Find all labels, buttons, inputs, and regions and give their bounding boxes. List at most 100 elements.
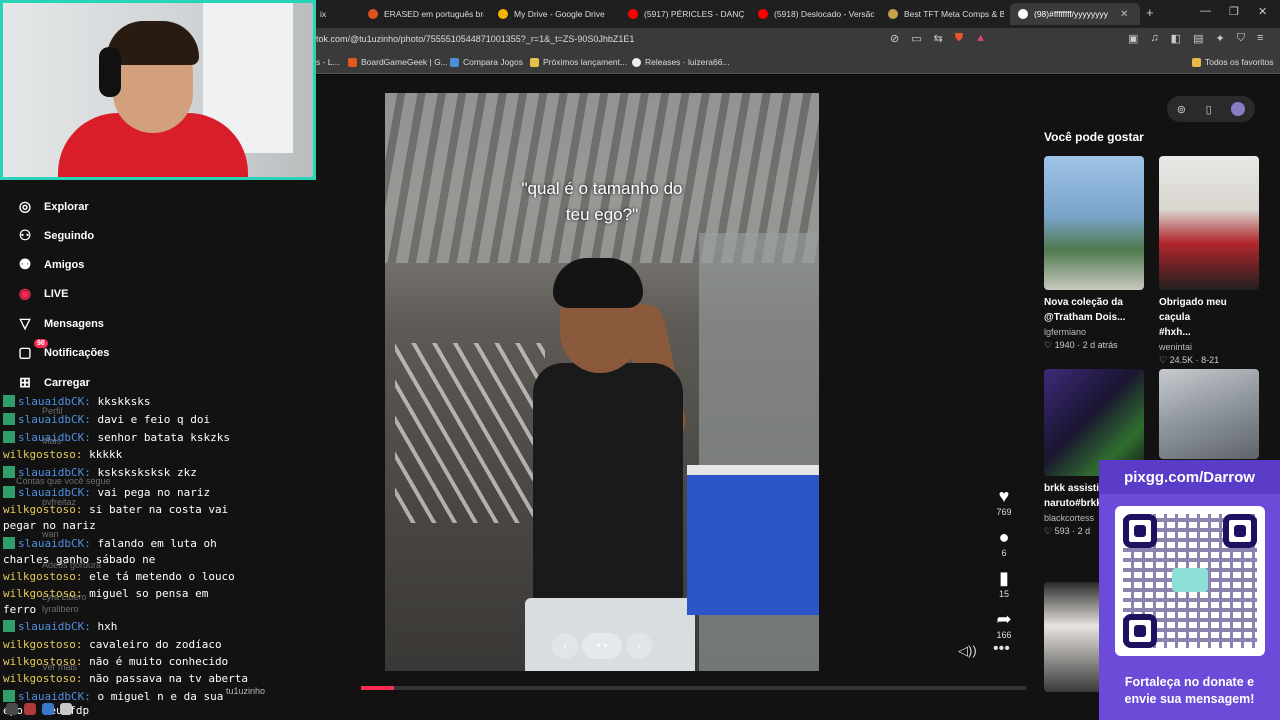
volume-icon[interactable]: ◁))	[958, 643, 977, 659]
chat-username[interactable]: wilkgostoso:	[3, 503, 82, 516]
stream-chat: slauaidbCK: kkskksks slauaidbCK: davi e f…	[0, 380, 300, 720]
post-media[interactable]: "qual é o tamanho do teu ego?" ‹ • • ›	[385, 93, 819, 671]
caption-line: "qual é o tamanho do	[521, 179, 683, 198]
sidebar-item-explorar[interactable]: ◎ Explorar	[16, 198, 89, 215]
chat-username[interactable]: wilkgostoso:	[3, 448, 82, 461]
chat-username[interactable]: wilkgostoso:	[3, 587, 82, 600]
browser-tab-tiktok[interactable]: (98)#ffffffff/yyyyyyyy ✕	[1010, 3, 1140, 25]
recommendation-meta: ♡ 1940 · 2 d atrás	[1044, 340, 1118, 350]
chat-text: não passava na tv aberta	[89, 672, 249, 685]
taskbar-icon[interactable]	[60, 702, 72, 715]
chat-username[interactable]: slauaidbCK:	[18, 395, 91, 408]
cast-icon[interactable]: ▭	[911, 32, 921, 45]
chat-message: wilkgostoso: cavaleiro do zodíaco	[3, 636, 300, 653]
chat-text: cavaleiro do zodíaco	[89, 638, 222, 651]
url-field[interactable]: tok.com/@tu1uzinho/photo/755551054487100…	[316, 34, 634, 44]
leo-icon[interactable]: ✦	[1215, 32, 1224, 45]
new-tab-button[interactable]: +	[1146, 5, 1154, 20]
menu-icon[interactable]: ≡	[1257, 32, 1263, 45]
chat-badge-icon	[3, 486, 15, 498]
close-window-icon[interactable]: ✕	[1258, 5, 1267, 18]
vpn-extension-icon[interactable]: ▲	[975, 32, 986, 45]
share-action[interactable]: ➦ 166	[988, 609, 1020, 640]
sidebar-icon[interactable]: ◧	[1171, 32, 1181, 45]
previous-photo-button[interactable]: ‹	[552, 633, 578, 659]
sidebar-item-live[interactable]: ◉ LIVE	[16, 285, 69, 302]
browser-tab-drive[interactable]: My Drive - Google Drive	[490, 3, 614, 25]
chat-message: wilkgostoso: não passava na tv aberta	[3, 670, 300, 687]
sidebar-item-notificacoes[interactable]: ▢ 98 Notificações	[16, 339, 110, 361]
recommendation-card[interactable]: Nova coleção da @Tratham Dois... lgfermi…	[1044, 156, 1144, 351]
all-bookmarks-folder[interactable]: Todos os favoritos	[1192, 57, 1274, 67]
more-options-icon[interactable]: •••	[993, 640, 1010, 658]
taskbar-icon[interactable]	[24, 702, 36, 715]
recommendation-title: @Tratham Dois...	[1044, 312, 1126, 323]
post-progress-bar[interactable]	[361, 686, 1026, 690]
minimize-icon[interactable]: —	[1200, 5, 1211, 17]
chat-username[interactable]: slauaidbCK:	[18, 537, 91, 550]
avatar[interactable]	[1231, 102, 1246, 116]
comment-action[interactable]: ● 6	[988, 527, 1020, 558]
chat-username[interactable]: wilkgostoso:	[3, 638, 82, 651]
chat-username[interactable]: slauaidbCK:	[18, 620, 91, 633]
sidebar-item-label: Notificações	[44, 346, 110, 359]
no-tracking-icon[interactable]: ⊘	[890, 32, 899, 45]
chat-username[interactable]: slauaidbCK:	[18, 431, 91, 444]
device-icon[interactable]: ▯	[1206, 103, 1212, 116]
tab-search-icon[interactable]: ▣	[1128, 32, 1138, 45]
sidebar-item-seguindo[interactable]: ⚇ Seguindo	[16, 227, 94, 244]
chat-username[interactable]: wilkgostoso:	[3, 655, 82, 668]
taskbar-icon[interactable]	[42, 702, 54, 715]
recommendation-card[interactable]: Obrigado meu caçula #hxh... wenintai ♡ 2…	[1159, 156, 1259, 366]
browser-tab-erased[interactable]: ERASED em português bra	[360, 3, 484, 25]
share-count: 166	[996, 630, 1012, 640]
comment-count: 6	[1001, 548, 1007, 558]
shield-icon[interactable]: ⛉	[1237, 32, 1245, 45]
chat-message: slauaidbCK: davi e feio q doi	[3, 411, 300, 428]
coin-icon[interactable]: ⊚	[1177, 103, 1186, 116]
chat-username[interactable]: slauaidbCK:	[18, 413, 91, 426]
donation-message: Fortaleça no donate e envie sua mensagem…	[1099, 674, 1280, 708]
sidebar-item-mensagens[interactable]: ▽ Mensagens	[16, 315, 104, 332]
chat-username[interactable]: wilkgostoso:	[3, 672, 82, 685]
sidebar-item-label: Mensagens	[44, 317, 104, 330]
recommendation-title: #hxh...	[1159, 327, 1191, 338]
bookmark-item[interactable]: s - L...	[316, 57, 340, 67]
bookmark-item[interactable]: Releases · luizera66...	[632, 57, 730, 67]
chat-badge-icon	[3, 395, 15, 407]
browser-tab-pericles[interactable]: (5917) PÉRICLES - DANÇA	[620, 3, 744, 25]
sidebar-item-label: LIVE	[44, 287, 69, 300]
taskbar-icon[interactable]	[6, 702, 18, 715]
chat-username[interactable]: slauaidbCK:	[18, 486, 91, 499]
recommendation-card[interactable]	[1159, 369, 1259, 459]
restore-icon[interactable]: ❐	[1229, 5, 1239, 18]
bookmark-item[interactable]: Próximos lançament...	[530, 57, 627, 67]
bookmark-label: Próximos lançament...	[543, 57, 628, 67]
progress-fill	[361, 686, 395, 690]
chat-message: slauaidbCK: vai pega no nariz	[3, 484, 300, 501]
chat-text: não é muito conhecido	[89, 655, 229, 668]
chat-username[interactable]: slauaidbCK:	[18, 466, 91, 479]
chat-username[interactable]: wilkgostoso:	[3, 570, 82, 583]
wallet-icon[interactable]: ▤	[1193, 32, 1203, 45]
chat-text: kkskksks	[97, 395, 151, 408]
donation-line: Fortaleça no donate e	[1124, 675, 1255, 689]
browser-tab-deslocado[interactable]: (5918) Deslocado - Versão	[750, 3, 874, 25]
bookmark-item[interactable]: BoardGameGeek | G...	[348, 57, 448, 67]
translate-icon[interactable]: ⇆	[934, 32, 943, 45]
browser-tab-tft[interactable]: Best TFT Meta Comps & Bu	[880, 3, 1004, 25]
chat-message: wilkgostoso: ele tá metendo o louco	[3, 568, 300, 585]
shield-extension-icon[interactable]: ⛊	[955, 32, 963, 45]
next-photo-button[interactable]: ›	[626, 633, 652, 659]
chat-message: wilkgostoso: si bater na costa vai	[3, 501, 300, 518]
browser-tab-partial[interactable]: ix	[312, 3, 354, 25]
music-icon[interactable]: ♫	[1150, 32, 1158, 45]
chat-text: vai pega no nariz	[97, 486, 211, 499]
share-icon: ➦	[996, 609, 1012, 629]
person-icon: ⚇	[18, 227, 32, 243]
like-action[interactable]: ♥ 769	[988, 486, 1020, 517]
bookmark-item[interactable]: Compara Jogos	[450, 57, 523, 67]
close-tab-icon[interactable]: ✕	[1120, 9, 1128, 20]
save-action[interactable]: ▮ 15	[988, 568, 1020, 599]
sidebar-item-amigos[interactable]: ⚉ Amigos	[16, 256, 85, 273]
